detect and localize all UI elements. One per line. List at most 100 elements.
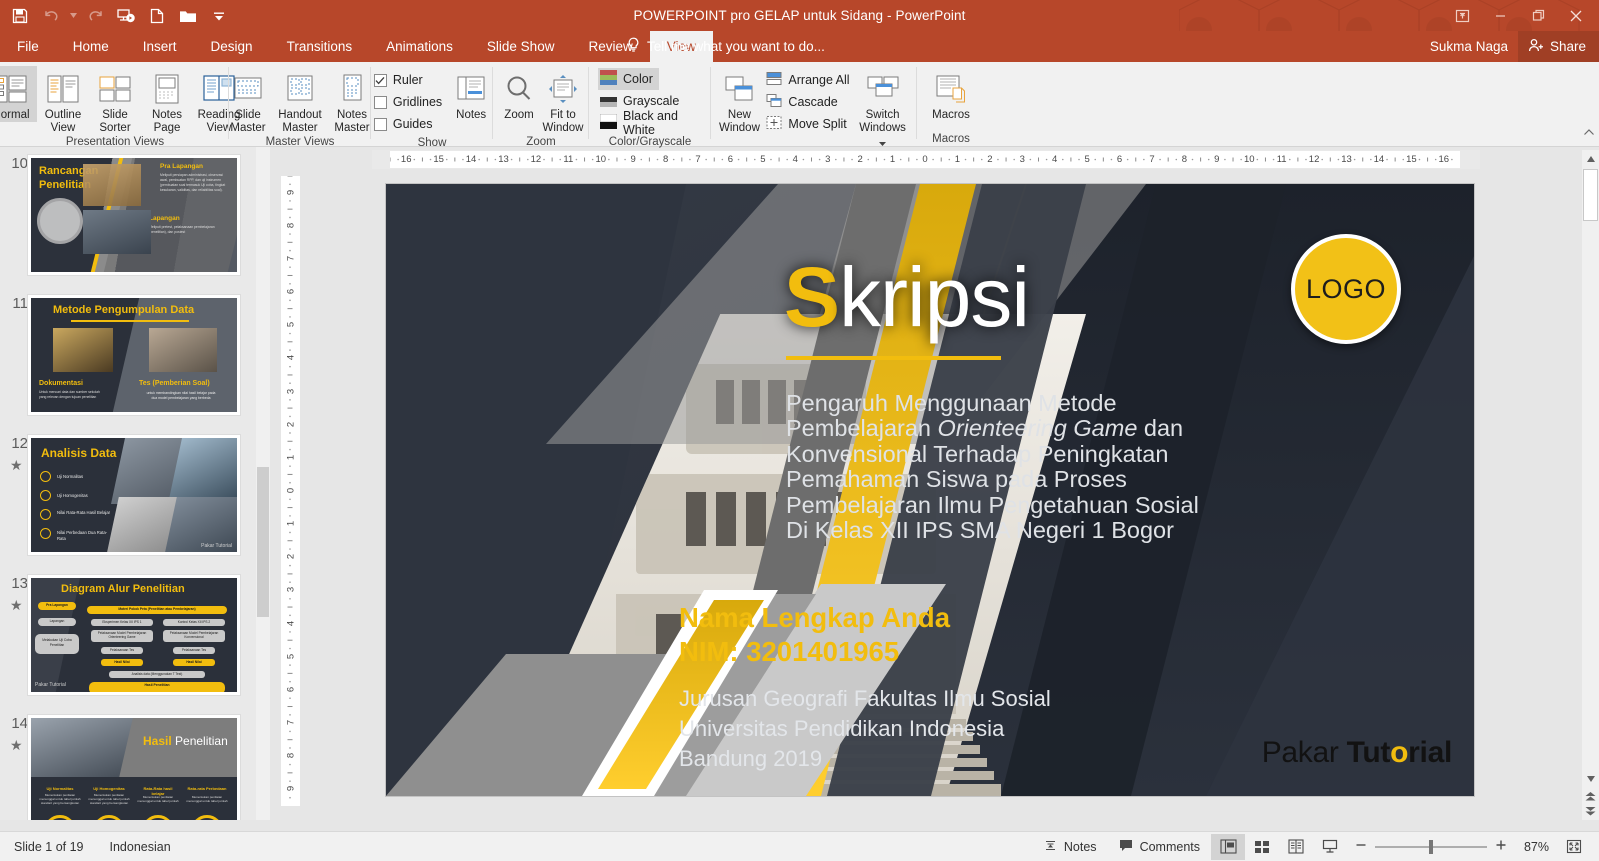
redo-icon[interactable]: [81, 3, 109, 29]
zoom-in-icon[interactable]: [1495, 838, 1507, 856]
tab-insert[interactable]: Insert: [126, 31, 194, 62]
thumbnail-pane-scrollbar[interactable]: [256, 147, 270, 820]
tab-slide-show[interactable]: Slide Show: [470, 31, 572, 62]
ribbon-tabs[interactable]: File Home Insert Design Transitions Anim…: [0, 31, 1599, 62]
ribbon-group-zoom: Zoom Fit to Window Zoom: [496, 62, 586, 148]
zoom-slider-handle[interactable]: [1429, 839, 1433, 854]
start-slideshow-icon[interactable]: [112, 3, 140, 29]
ruler-checkbox[interactable]: Ruler: [373, 69, 442, 91]
macros-button[interactable]: Macros: [923, 66, 979, 122]
zoom-out-icon[interactable]: [1355, 838, 1367, 856]
thumbnail-slide-10[interactable]: 10 Rancangan Penelitian Pra Lapangan Mel…: [0, 149, 256, 289]
slide-sorter-statusbar-button[interactable]: [1245, 834, 1279, 860]
thumbnail-slide-11[interactable]: 11 Metode Pengumpulan Data Dokumentasi U…: [0, 289, 256, 429]
quick-access-toolbar[interactable]: [6, 0, 233, 31]
slide-editing-area[interactable]: LOGO Skripsi Pengaruh Menggunaan Metode …: [300, 169, 1550, 820]
slideshow-statusbar-button[interactable]: [1313, 834, 1347, 860]
chevron-down-icon[interactable]: [879, 133, 887, 151]
thumbnail-slide-14[interactable]: 14 ★ Hasil Penelitian Uji Normalitas Men…: [0, 709, 256, 820]
collapse-ribbon-icon[interactable]: [1583, 126, 1595, 144]
tab-home[interactable]: Home: [56, 31, 126, 62]
outline-view-button[interactable]: Outline View: [37, 66, 89, 134]
notes-page-icon: [149, 69, 185, 109]
tab-design[interactable]: Design: [194, 31, 270, 62]
slide-counter[interactable]: Slide 1 of 19: [14, 840, 84, 854]
scrollbar-thumb[interactable]: [1583, 169, 1598, 221]
slide-subtitle[interactable]: Pengaruh Menggunaan Metode Pembelajaran …: [786, 390, 1386, 543]
zoom-percentage[interactable]: 87%: [1515, 840, 1549, 854]
hruler-tick-label: 9: [630, 154, 636, 165]
slide-master-button[interactable]: Slide Master: [222, 66, 274, 134]
fit-slide-to-window-button[interactable]: [1557, 834, 1591, 860]
scroll-up-icon[interactable]: [1583, 150, 1598, 167]
switch-windows-button[interactable]: Switch Windows: [852, 66, 914, 151]
close-icon[interactable]: [1557, 0, 1595, 31]
thumbnail-title: Diagram Alur Penelitian: [61, 583, 185, 595]
save-icon[interactable]: [6, 3, 34, 29]
thumbnail-frame[interactable]: Analisis Data Uji Normalitas Uji Homogen…: [27, 434, 241, 556]
status-right[interactable]: Notes Comments 87%: [1033, 833, 1599, 860]
zoom-slider[interactable]: [1375, 839, 1487, 854]
undo-icon[interactable]: [37, 3, 65, 29]
color-option[interactable]: Color: [598, 68, 659, 90]
account-name[interactable]: Sukma Naga: [1420, 39, 1518, 54]
thumbnail-body-1: Untuk mencari data dan sumber sekolah ya…: [39, 390, 100, 399]
logo-placeholder[interactable]: LOGO: [1291, 234, 1401, 344]
affiliation-line-3: Bandung 2019: [679, 746, 823, 771]
minimize-icon[interactable]: [1481, 0, 1519, 31]
account-area[interactable]: Sukma Naga Share: [1420, 31, 1599, 62]
notes-page-button[interactable]: Notes Page: [141, 66, 193, 134]
animation-star-icon: ★: [10, 457, 23, 473]
share-button[interactable]: Share: [1517, 31, 1599, 62]
slide-sorter-button[interactable]: Slide Sorter: [89, 66, 141, 134]
gridlines-checkbox[interactable]: Gridlines: [373, 91, 442, 113]
window-controls[interactable]: [1443, 0, 1595, 31]
open-icon[interactable]: [174, 3, 202, 29]
affiliation-block[interactable]: Jurusan Geografi Fakultas Ilmu Sosial Un…: [679, 684, 1051, 774]
slide-vertical-scrollbar[interactable]: [1582, 150, 1599, 820]
tab-animations[interactable]: Animations: [369, 31, 470, 62]
comments-toggle[interactable]: Comments: [1108, 834, 1211, 860]
tab-list[interactable]: File Home Insert Design Transitions Anim…: [0, 31, 713, 62]
slide-title[interactable]: Skripsi: [784, 252, 1030, 342]
tab-transitions[interactable]: Transitions: [270, 31, 370, 62]
restore-icon[interactable]: [1519, 0, 1557, 31]
thumbnail-frame[interactable]: Metode Pengumpulan Data Dokumentasi Untu…: [27, 294, 241, 416]
notes-toggle[interactable]: Notes: [1033, 834, 1108, 860]
notes-button[interactable]: Notes: [448, 66, 494, 122]
author-block[interactable]: Nama Lengkap Anda NIM: 3201401965: [679, 601, 950, 669]
black-and-white-option[interactable]: Black and White: [598, 109, 708, 137]
slide-thumbnail-pane[interactable]: 10 Rancangan Penelitian Pra Lapangan Mel…: [0, 147, 256, 820]
notes-label: Notes: [1063, 839, 1097, 854]
customize-qat-icon[interactable]: [205, 3, 233, 29]
thumbnail-slide-13[interactable]: 13 ★ Diagram Alur Penelitian Pra Lapanga…: [0, 569, 256, 709]
ribbon-display-options-icon[interactable]: [1443, 0, 1481, 31]
fit-to-window-button[interactable]: Fit to Window: [541, 66, 585, 134]
guides-checkbox[interactable]: Guides: [373, 113, 442, 135]
next-slide-icon[interactable]: [1583, 803, 1598, 820]
card-body-4: Menentukan penilaian menunggal untuk tab…: [186, 795, 228, 804]
new-icon[interactable]: [143, 3, 171, 29]
move-split-item[interactable]: Move Split: [766, 113, 849, 135]
tab-file[interactable]: File: [0, 31, 56, 62]
handout-master-button[interactable]: Handout Master: [274, 66, 326, 134]
scroll-down-icon[interactable]: [1583, 770, 1598, 787]
reading-view-statusbar-button[interactable]: [1279, 834, 1313, 860]
normal-view-statusbar-button[interactable]: [1211, 833, 1245, 860]
new-window-button[interactable]: New Window: [714, 66, 764, 134]
tell-me-search[interactable]: Tell me what you want to do...: [627, 31, 825, 62]
slide-sorter-icon: [97, 69, 133, 109]
undo-dropdown-icon[interactable]: [68, 3, 78, 29]
zoom-button[interactable]: Zoom: [497, 66, 541, 122]
language-indicator[interactable]: Indonesian: [110, 840, 171, 854]
normal-view-button[interactable]: Normal: [0, 66, 37, 122]
thumbnail-frame[interactable]: Diagram Alur Penelitian Pra Lapangan Lap…: [27, 574, 241, 696]
scrollbar-thumb[interactable]: [257, 467, 269, 617]
thumbnail-slide-12[interactable]: 12 ★ Analisis Data Uji Normalitas Uji Ho…: [0, 429, 256, 569]
thumbnail-frame[interactable]: Hasil Penelitian Uji Normalitas Menentuk…: [27, 714, 241, 820]
current-slide[interactable]: LOGO Skripsi Pengaruh Menggunaan Metode …: [386, 184, 1474, 796]
arrange-all-item[interactable]: Arrange All: [766, 69, 850, 91]
thumbnail-frame[interactable]: Rancangan Penelitian Pra Lapangan Melipu…: [27, 154, 241, 276]
cascade-item[interactable]: Cascade: [766, 91, 849, 113]
zoom-control[interactable]: 87%: [1347, 838, 1557, 856]
